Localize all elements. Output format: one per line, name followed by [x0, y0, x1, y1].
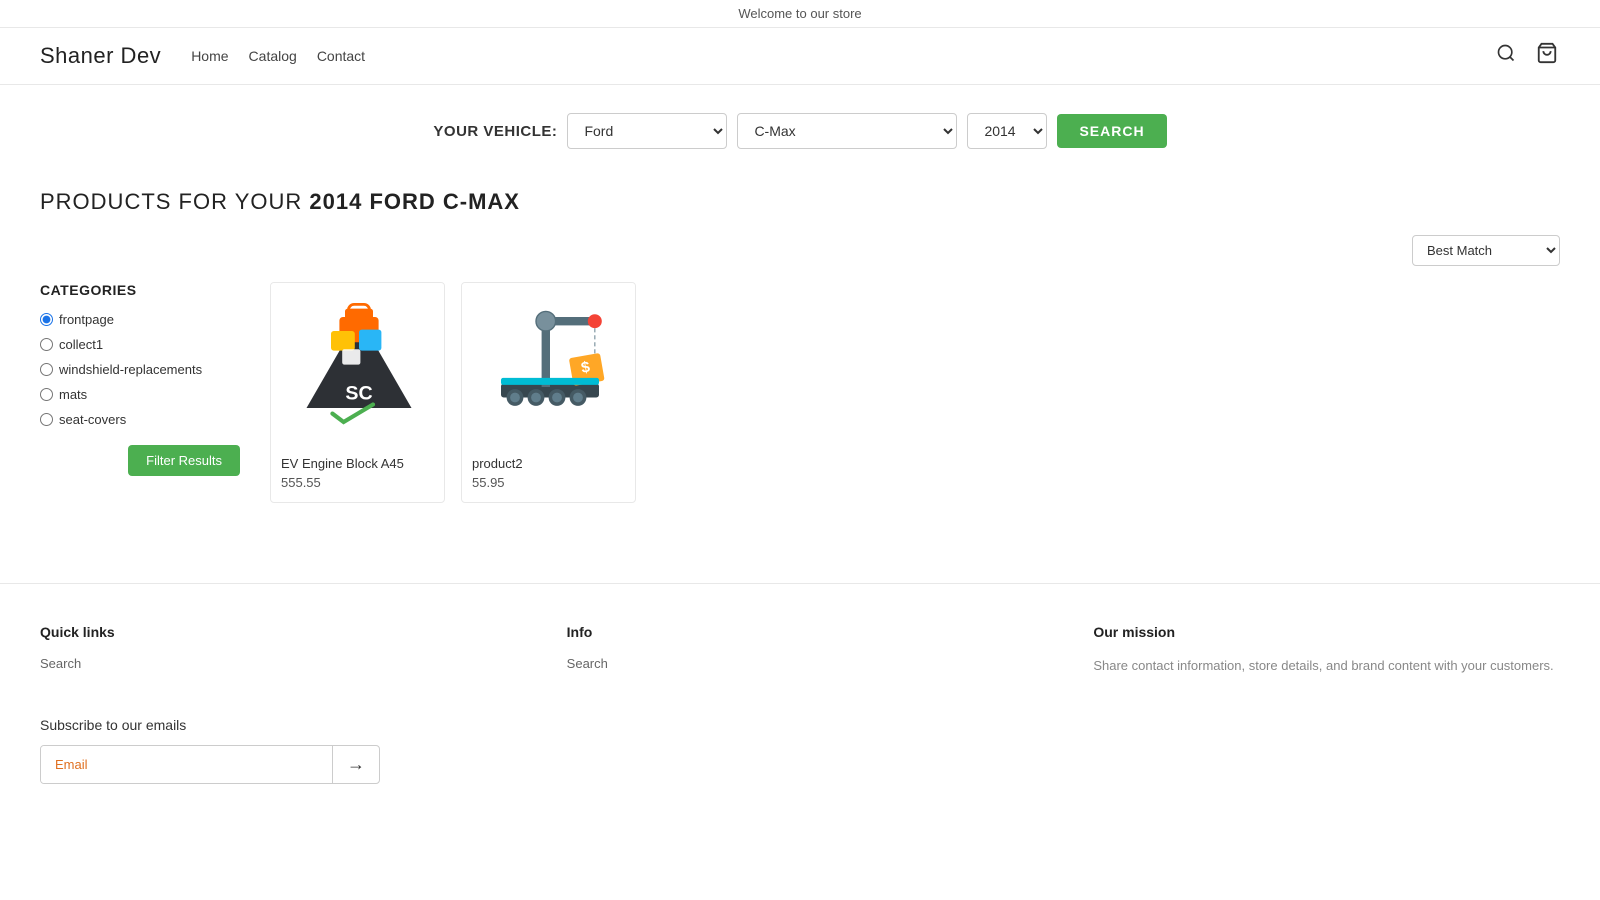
search-icon-button[interactable] [1494, 41, 1518, 71]
header-icons [1494, 40, 1560, 72]
products-title-prefix: PRODUCTS FOR YOUR [40, 189, 309, 214]
footer-quick-links-title: Quick links [40, 624, 507, 640]
content-layout: CATEGORIES frontpage collect1 windshield… [40, 282, 1560, 503]
subscribe-section: Subscribe to our emails → [40, 717, 380, 784]
product-card-1[interactable]: SC EV Engine Block A45 555.55 [270, 282, 445, 503]
footer-mission: Our mission Share contact information, s… [1093, 624, 1560, 677]
category-radio-collect1[interactable] [40, 338, 53, 351]
category-label-frontpage: frontpage [59, 312, 114, 327]
category-label-mats: mats [59, 387, 87, 402]
footer: Quick links Search Info Search Our missi… [0, 583, 1600, 814]
cart-icon-button[interactable] [1534, 40, 1560, 72]
product-price-1: 555.55 [281, 475, 434, 490]
category-item-seatcovers[interactable]: seat-covers [40, 412, 240, 427]
sort-select[interactable]: Best Match Price: Low to High Price: Hig… [1412, 235, 1560, 266]
make-select[interactable]: Ford Chevrolet Toyota Honda [567, 113, 727, 149]
category-radio-windshield[interactable] [40, 363, 53, 376]
category-radio-frontpage[interactable] [40, 313, 53, 326]
product-2-image-icon: $ [480, 296, 620, 436]
site-title: Shaner Dev [40, 43, 161, 69]
category-radio-seatcovers[interactable] [40, 413, 53, 426]
nav-link-home[interactable]: Home [191, 48, 228, 64]
header-left: Shaner Dev Home Catalog Contact [40, 43, 365, 69]
products-title: PRODUCTS FOR YOUR 2014 FORD C-MAX [40, 189, 1560, 215]
nav-item-home[interactable]: Home [191, 48, 228, 64]
category-item-collect1[interactable]: collect1 [40, 337, 240, 352]
footer-info: Info Search [567, 624, 1034, 677]
year-select[interactable]: 2014 2015 2016 2013 [967, 113, 1047, 149]
cart-icon [1536, 42, 1558, 64]
nav-links: Home Catalog Contact [191, 48, 365, 64]
category-item-windshield[interactable]: windshield-replacements [40, 362, 240, 377]
footer-quick-links: Quick links Search [40, 624, 507, 677]
product-1-image-icon: SC [289, 296, 429, 436]
category-list: frontpage collect1 windshield-replacemen… [40, 312, 240, 427]
category-item-mats[interactable]: mats [40, 387, 240, 402]
vehicle-selector: YOUR VEHICLE: Ford Chevrolet Toyota Hond… [0, 85, 1600, 169]
category-item-frontpage[interactable]: frontpage [40, 312, 240, 327]
categories-title: CATEGORIES [40, 282, 240, 298]
product-info-1: EV Engine Block A45 555.55 [271, 448, 444, 502]
product-image-1: SC [271, 283, 445, 448]
category-label-windshield: windshield-replacements [59, 362, 202, 377]
announcement-bar: Welcome to our store [0, 0, 1600, 28]
footer-mission-title: Our mission [1093, 624, 1560, 640]
product-name-2: product2 [472, 456, 625, 471]
footer-quick-link-search[interactable]: Search [40, 656, 507, 671]
footer-columns: Quick links Search Info Search Our missi… [40, 624, 1560, 677]
header: Shaner Dev Home Catalog Contact [0, 28, 1600, 85]
vehicle-search-button[interactable]: SEARCH [1057, 114, 1166, 148]
subscribe-form: → [40, 745, 380, 784]
product-price-2: 55.95 [472, 475, 625, 490]
footer-mission-text: Share contact information, store details… [1093, 656, 1560, 677]
products-title-bold: 2014 FORD C-MAX [309, 189, 520, 214]
nav-item-contact[interactable]: Contact [317, 48, 365, 64]
announcement-text: Welcome to our store [738, 6, 861, 21]
search-icon [1496, 43, 1516, 63]
svg-text:SC: SC [345, 382, 372, 404]
main-content: PRODUCTS FOR YOUR 2014 FORD C-MAX Best M… [0, 169, 1600, 543]
footer-info-link-search[interactable]: Search [567, 656, 1034, 671]
filter-button[interactable]: Filter Results [128, 445, 240, 476]
model-select[interactable]: C-Max F-150 Mustang Explorer [737, 113, 957, 149]
vehicle-label: YOUR VEHICLE: [433, 123, 557, 140]
sidebar: CATEGORIES frontpage collect1 windshield… [40, 282, 240, 476]
product-name-1: EV Engine Block A45 [281, 456, 434, 471]
nav-item-catalog[interactable]: Catalog [249, 48, 297, 64]
subscribe-submit-button[interactable]: → [332, 746, 379, 783]
footer-info-title: Info [567, 624, 1034, 640]
subscribe-title: Subscribe to our emails [40, 717, 380, 733]
subscribe-email-input[interactable] [41, 746, 332, 783]
nav-link-catalog[interactable]: Catalog [249, 48, 297, 64]
category-label-collect1: collect1 [59, 337, 103, 352]
sort-row: Best Match Price: Low to High Price: Hig… [40, 235, 1560, 266]
main-nav: Home Catalog Contact [191, 48, 365, 64]
product-card-2[interactable]: $ product2 55.95 [461, 282, 636, 503]
category-radio-mats[interactable] [40, 388, 53, 401]
nav-link-contact[interactable]: Contact [317, 48, 365, 64]
category-label-seatcovers: seat-covers [59, 412, 126, 427]
product-image-2: $ [462, 283, 636, 448]
product-info-2: product2 55.95 [462, 448, 635, 502]
products-grid: SC EV Engine Block A45 555.55 [270, 282, 1560, 503]
